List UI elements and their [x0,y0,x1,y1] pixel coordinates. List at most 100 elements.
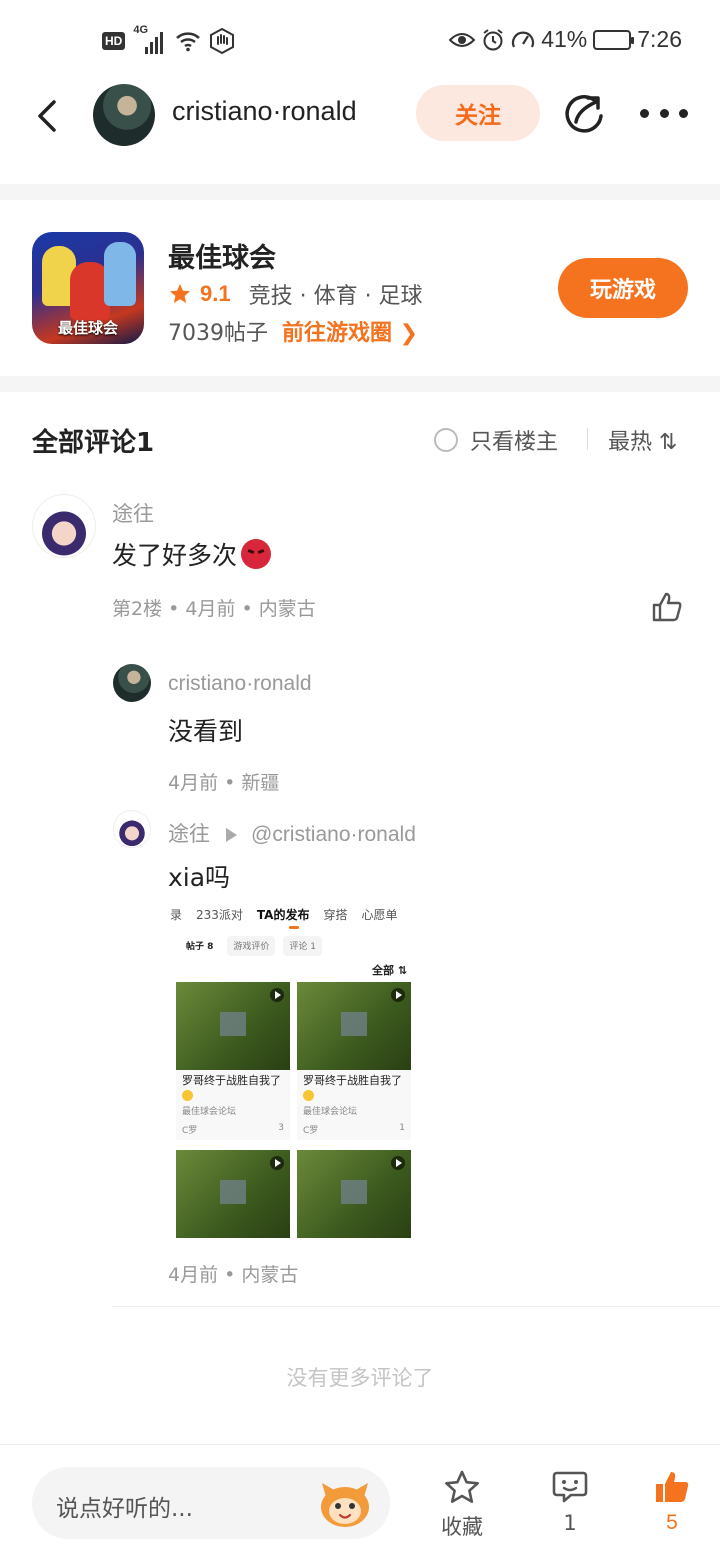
more-icon[interactable] [640,98,688,128]
reply-text: 没看到 [168,717,244,746]
comments-title: 全部评论1 [32,428,155,458]
only-op-label: 只看楼主 [470,430,559,455]
play-icon [391,1156,405,1170]
hd-badge: HD [102,32,126,50]
game-icon[interactable]: 最佳球会 [32,232,144,344]
hand-icon [210,28,235,54]
smile-emoji-icon [303,1089,314,1101]
shot-post-card: 罗哥终于战胜自我了 最佳球会论坛 C罗 3 [176,982,290,1140]
shot-tab: 录 [170,908,183,922]
game-card[interactable]: 最佳球会 最佳球会 9.1 竞技 · 体育 · 足球 7039帖子 前往游戏圈 … [0,200,720,376]
comment-count: 1 [563,1511,577,1535]
shot-tabs: 录 233派对 TA的发布 穿搭 心愿单 [170,906,398,923]
shot-post-card [297,1150,411,1238]
post-header: cristiano·ronald 关注 [0,84,720,184]
star-icon [170,284,190,303]
comment-body: 发了好多次 [112,536,272,572]
shot-tab: 穿搭 [323,908,348,922]
play-icon [270,1156,284,1170]
shot-subtabs: 帖子 8 游戏评价 评论 1 [180,936,410,956]
author-avatar[interactable] [93,84,155,146]
commenter-name[interactable]: 途往 [112,498,154,528]
shot-post-title: 罗哥终于战胜自我了 [303,1074,402,1087]
reply-author[interactable]: 途往 [168,823,210,846]
play-game-button[interactable]: 玩游戏 [558,258,688,318]
like-button[interactable]: 5 [640,1469,704,1535]
alarm-icon [483,28,503,50]
favorite-label: 收藏 [441,1515,483,1539]
favorite-star-icon [445,1470,479,1503]
shot-post-likes: 3 [278,1123,284,1133]
sort-button[interactable]: 最热 ⇅ [608,424,677,456]
comment-bubble-icon [552,1471,588,1503]
shot-post-card: 罗哥终于战胜自我了 最佳球会论坛 C罗 1 [297,982,411,1140]
shot-post-user: C罗 [303,1126,319,1136]
comment-input-placeholder[interactable]: 说点好听的... [56,1489,193,1523]
reply-meta: 4月前 • 内蒙古 [168,1264,299,1286]
comment-text: 发了好多次 [112,541,238,570]
section-divider [0,184,720,200]
game-posts-row: 7039帖子 前往游戏圈 ❯ [168,315,418,347]
signal-icon: 4G [133,24,167,54]
play-icon [270,988,284,1002]
only-op-toggle[interactable]: 只看楼主 [434,424,558,456]
shot-subtab: 评论 1 [283,936,323,956]
eye-icon [449,32,476,47]
thumbs-up-icon[interactable] [650,590,684,624]
game-tags: 竞技 · 体育 · 足球 [248,284,423,309]
thumbs-up-icon [656,1472,689,1502]
battery-icon [593,29,635,50]
reply-arrow-icon [226,828,237,843]
shot-subtab: 帖子 8 [180,936,220,956]
section-divider [0,376,720,392]
shot-post-forum: 最佳球会论坛 [182,1107,237,1117]
comment-input[interactable]: 说点好听的... [32,1467,390,1539]
shot-post-title: 罗哥终于战胜自我了 [182,1074,281,1087]
comments-header: 全部评论1 只看楼主 最热 ⇅ [0,392,720,482]
play-icon [391,988,405,1002]
shot-post-likes: 1 [399,1123,405,1133]
speed-icon [512,31,535,47]
reply-avatar[interactable] [113,810,151,848]
reply-text: xia吗 [168,863,231,892]
angry-emoji-icon [241,539,272,569]
smile-emoji-icon [182,1089,193,1101]
game-meta: 9.1 竞技 · 体育 · 足球 [168,278,423,310]
share-icon[interactable] [562,92,606,136]
clock: 7:26 [637,26,682,52]
no-more-comments: 没有更多评论了 [286,1366,434,1390]
like-count: 5 [666,1511,678,1534]
bottom-bar: 说点好听的... 收藏 1 5 [0,1444,720,1560]
game-rating: 9.1 [200,281,231,306]
shot-post-card [176,1150,290,1238]
shot-post-forum: 最佳球会论坛 [303,1107,358,1117]
status-right: 41% 7:26 [449,26,682,53]
comment-meta: 第2楼 • 4月前 • 内蒙古 [112,598,316,620]
shot-tab-active: TA的发布 [256,908,310,922]
shot-tab: 233派对 [196,908,243,922]
back-icon[interactable] [30,98,66,134]
battery-percent: 41% [541,26,588,52]
commenter-avatar[interactable] [32,494,96,558]
reply-author[interactable]: cristiano·ronald [168,672,312,696]
status-bar: HD 4G 41% 7:26 [0,0,720,84]
shot-subtab: 游戏评价 [227,936,276,956]
radio-icon[interactable] [434,428,458,452]
favorite-button[interactable]: 收藏 [430,1469,494,1541]
status-left: HD 4G [102,24,235,54]
game-title[interactable]: 最佳球会 [168,236,276,275]
reply-avatar[interactable] [113,664,151,702]
game-icon-label: 最佳球会 [57,319,118,337]
game-post-count: 7039帖子 [168,321,268,346]
mascot-icon[interactable] [318,1479,372,1529]
reply-image[interactable]: 录 233派对 TA的发布 穿搭 心愿单 帖子 8 游戏评价 评论 1 全部 ⇅… [168,898,420,1240]
go-to-circle-link[interactable]: 前往游戏圈 ❯ [282,315,418,347]
reply-meta: 4月前 • 新疆 [168,772,280,794]
reply-mention[interactable]: @cristiano·ronald [251,823,416,846]
comment-count-button[interactable]: 1 [538,1469,602,1535]
wifi-icon [176,32,201,52]
shot-tab: 心愿单 [361,908,398,922]
follow-button[interactable]: 关注 [416,85,540,141]
shot-post-user: C罗 [182,1126,198,1136]
author-name[interactable]: cristiano·ronald [172,96,357,127]
